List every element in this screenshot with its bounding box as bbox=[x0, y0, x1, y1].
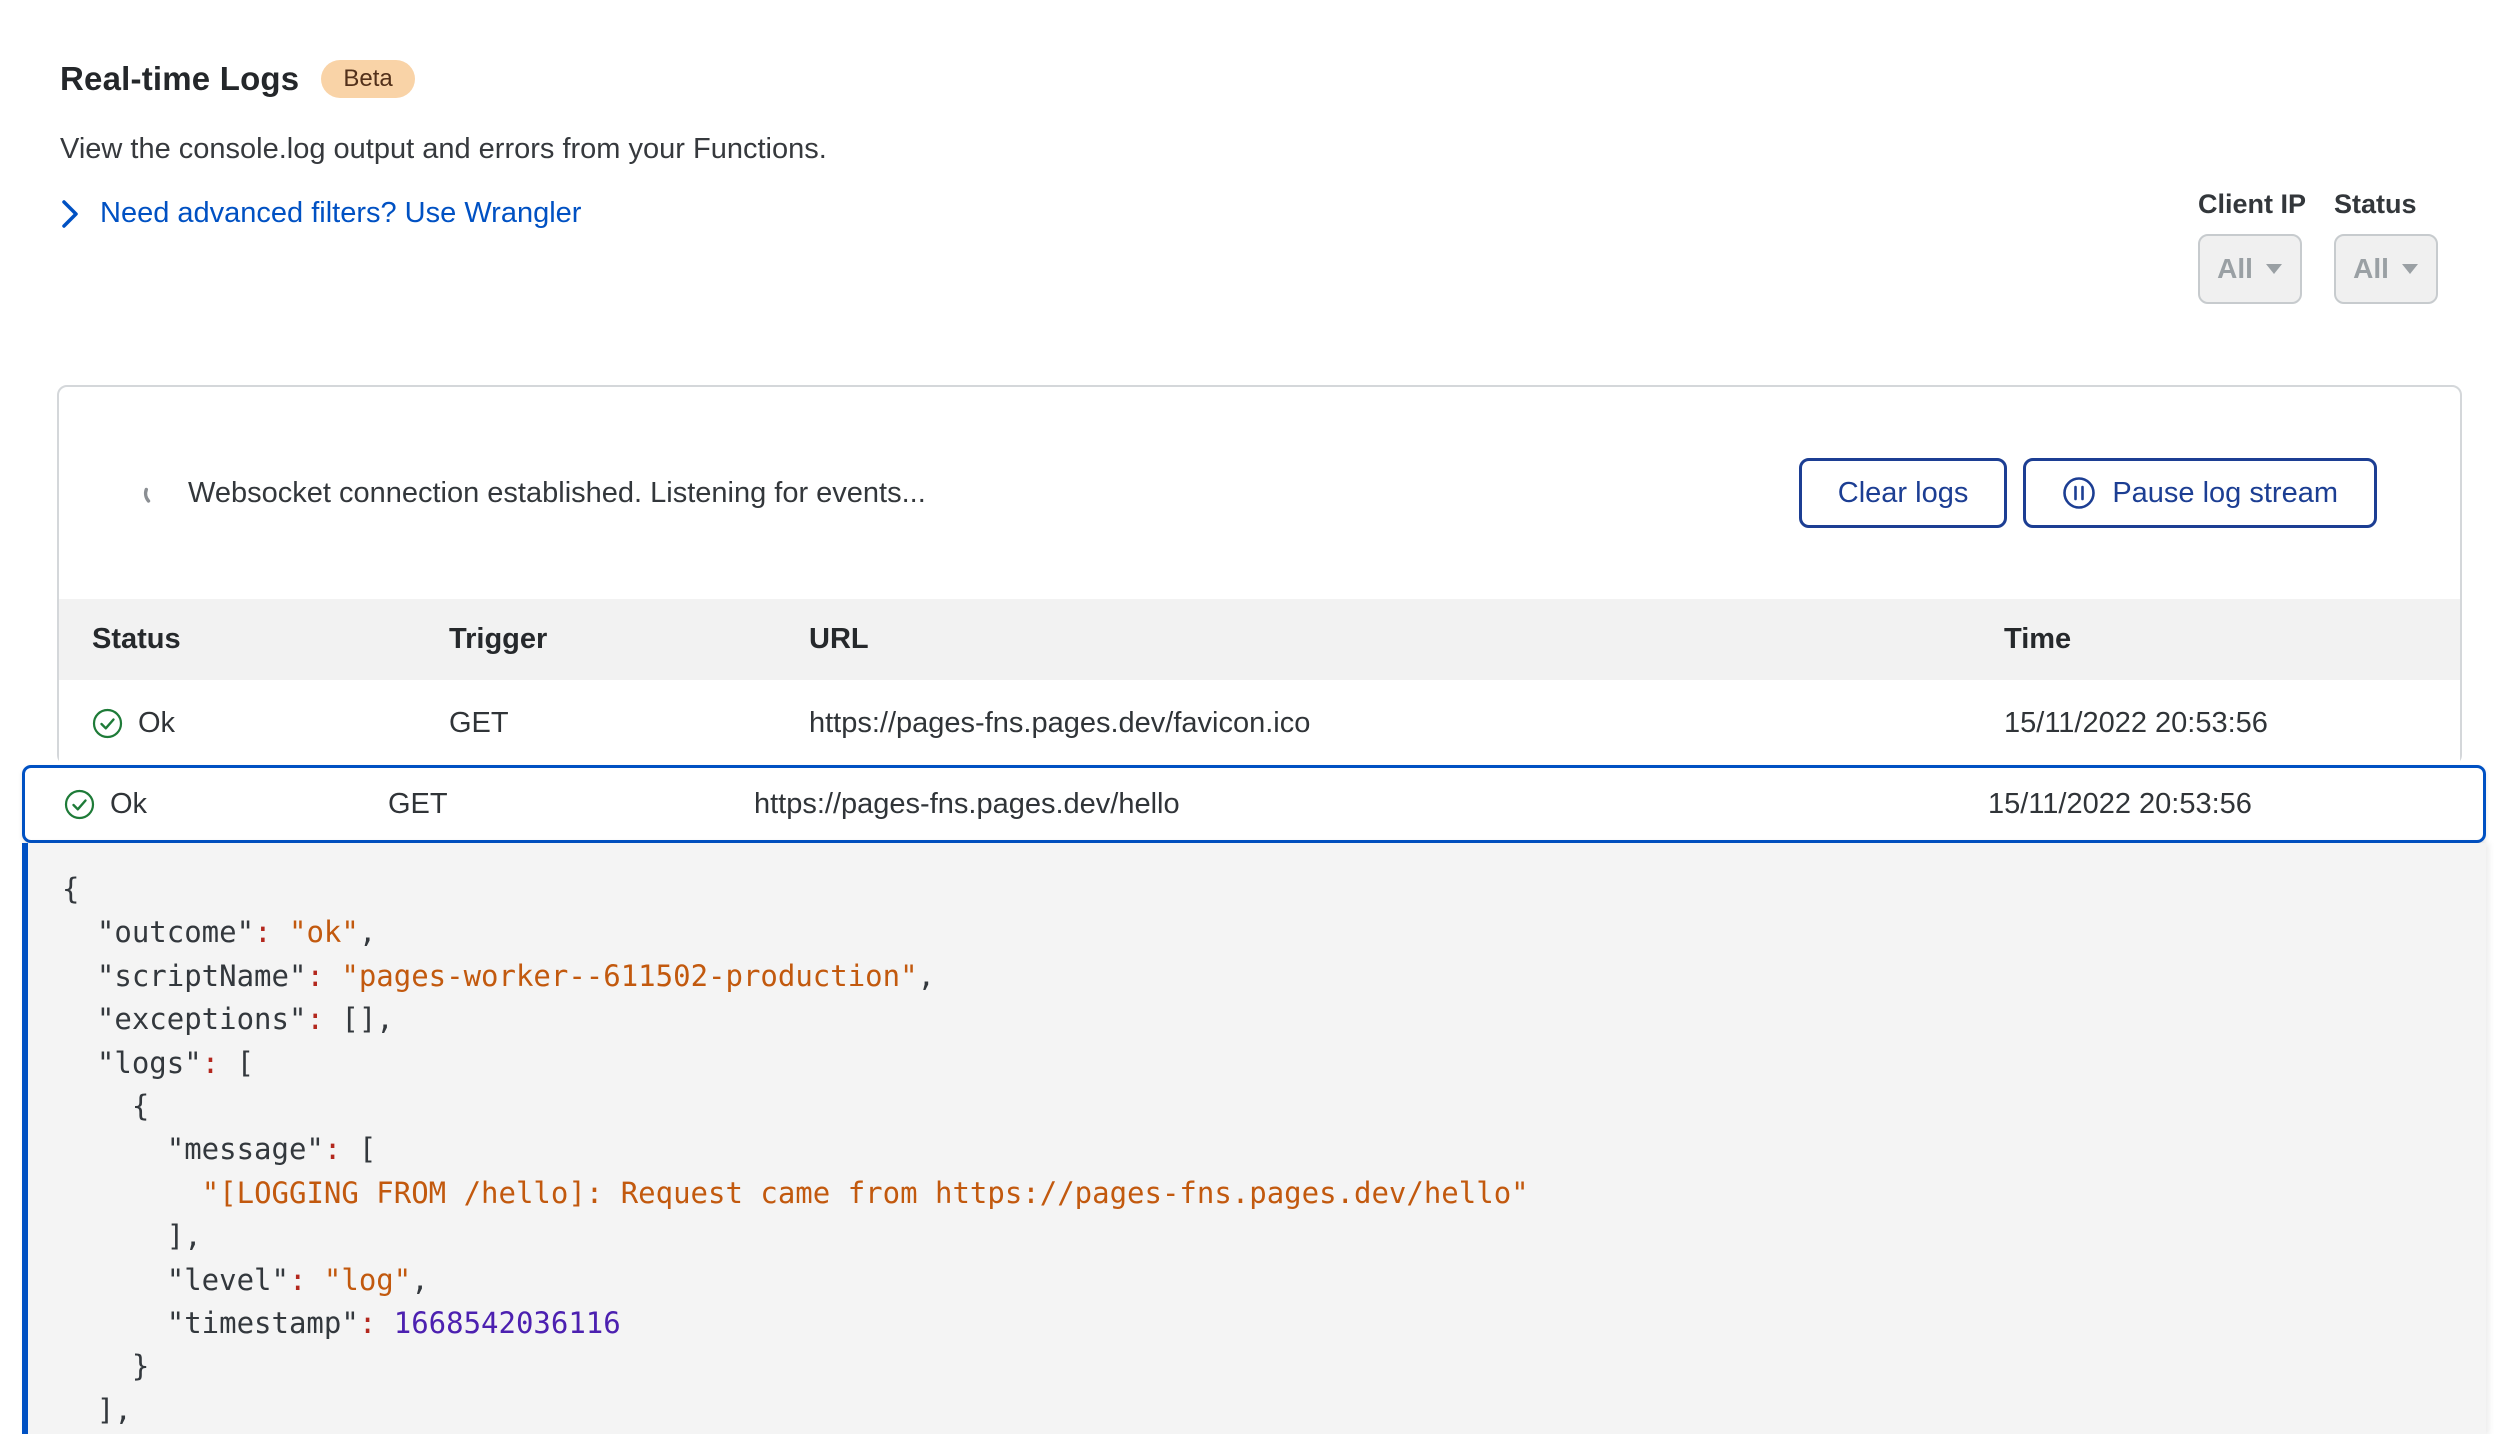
log-actions: Clear logs Pause log stream bbox=[1799, 458, 2377, 528]
websocket-status-text: Websocket connection established. Listen… bbox=[188, 477, 926, 510]
pause-circle-icon bbox=[2062, 476, 2096, 510]
wrangler-link-row: Need advanced filters? Use Wrangler bbox=[60, 197, 581, 230]
client-ip-dropdown[interactable]: All bbox=[2198, 234, 2302, 304]
status-filter-value: All bbox=[2353, 253, 2389, 285]
pause-log-stream-label: Pause log stream bbox=[2112, 477, 2338, 510]
code-line: "level": "log", bbox=[62, 1259, 2456, 1302]
code-line: "timestamp": 1668542036116 bbox=[62, 1302, 2456, 1345]
filters: Client IP All Status All bbox=[2198, 189, 2438, 304]
row-trigger: GET bbox=[449, 707, 809, 740]
logs-panel: Websocket connection established. Listen… bbox=[57, 385, 2462, 765]
table-header: Status Trigger URL Time bbox=[59, 599, 2460, 680]
code-line: ], bbox=[62, 1389, 2456, 1432]
column-header-trigger: Trigger bbox=[449, 623, 809, 656]
expanded-log-entry: Ok GET https://pages-fns.pages.dev/hello… bbox=[22, 765, 2486, 1434]
code-line: } bbox=[62, 1345, 2456, 1388]
beta-badge: Beta bbox=[321, 60, 414, 98]
log-detail-json: { "outcome": "ok", "scriptName": "pages-… bbox=[22, 843, 2486, 1434]
row-url: https://pages-fns.pages.dev/favicon.ico bbox=[809, 707, 2004, 740]
code-line: "logs": [ bbox=[62, 1042, 2456, 1085]
status-filter: Status All bbox=[2334, 189, 2438, 304]
wrangler-link[interactable]: Need advanced filters? Use Wrangler bbox=[100, 197, 581, 230]
code-line: ], bbox=[62, 1215, 2456, 1258]
row-url: https://pages-fns.pages.dev/hello bbox=[754, 788, 1988, 821]
caret-down-icon bbox=[2265, 263, 2283, 275]
page-header: Real-time Logs Beta bbox=[60, 60, 415, 98]
row-trigger: GET bbox=[388, 788, 754, 821]
page-title: Real-time Logs bbox=[60, 60, 299, 98]
status-filter-label: Status bbox=[2334, 189, 2438, 220]
status-dropdown[interactable]: All bbox=[2334, 234, 2438, 304]
client-ip-filter: Client IP All bbox=[2198, 189, 2306, 304]
pause-log-stream-button[interactable]: Pause log stream bbox=[2023, 458, 2377, 528]
page-subtitle: View the console.log output and errors f… bbox=[60, 133, 827, 166]
client-ip-value: All bbox=[2217, 253, 2253, 285]
row-time: 15/11/2022 20:53:56 bbox=[2004, 707, 2460, 740]
row-status: Ok bbox=[110, 788, 147, 821]
row-time: 15/11/2022 20:53:56 bbox=[1988, 788, 2483, 821]
code-line: "[LOGGING FROM /hello]: Request came fro… bbox=[62, 1172, 2456, 1215]
code-line: { bbox=[62, 868, 2456, 911]
caret-down-icon bbox=[2401, 263, 2419, 275]
check-circle-icon bbox=[64, 789, 95, 820]
websocket-status-row: Websocket connection established. Listen… bbox=[59, 387, 2460, 599]
row-status: Ok bbox=[138, 707, 175, 740]
column-header-status: Status bbox=[59, 623, 449, 656]
code-line: { bbox=[62, 1085, 2456, 1128]
spinner-icon bbox=[142, 478, 172, 508]
column-header-time: Time bbox=[2004, 623, 2460, 656]
code-line: "scriptName": "pages-worker--611502-prod… bbox=[62, 955, 2456, 998]
column-header-url: URL bbox=[809, 623, 2004, 656]
code-line: "outcome": "ok", bbox=[62, 911, 2456, 954]
chevron-right-icon bbox=[60, 198, 80, 230]
clear-logs-button[interactable]: Clear logs bbox=[1799, 458, 2008, 528]
table-row[interactable]: Ok GET https://pages-fns.pages.dev/favic… bbox=[59, 680, 2460, 767]
code-line: "message": [ bbox=[62, 1128, 2456, 1171]
client-ip-label: Client IP bbox=[2198, 189, 2306, 220]
realtime-logs-page: Real-time Logs Beta View the console.log… bbox=[0, 0, 2508, 1434]
selected-table-row[interactable]: Ok GET https://pages-fns.pages.dev/hello… bbox=[22, 765, 2486, 843]
code-line: "exceptions": [], bbox=[62, 998, 2456, 1041]
check-circle-icon bbox=[92, 708, 123, 739]
